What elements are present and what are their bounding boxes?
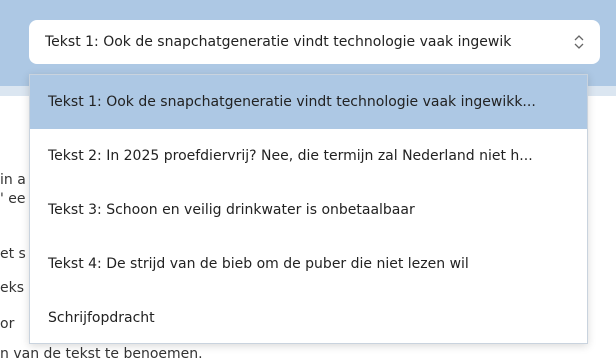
- text-select[interactable]: Tekst 1: Ook de snapchatgeneratie vindt …: [29, 20, 600, 64]
- background-text-5: or: [0, 316, 15, 332]
- dropdown-option-tekst-3[interactable]: Tekst 3: Schoon en veilig drinkwater is …: [30, 183, 587, 237]
- dropdown-option-tekst-1[interactable]: Tekst 1: Ook de snapchatgeneratie vindt …: [30, 75, 587, 129]
- background-text-1: in a: [0, 172, 26, 188]
- dropdown-option-schrijfopdracht[interactable]: Schrijfopdracht: [30, 291, 587, 345]
- background-text-4: eks: [0, 280, 25, 296]
- select-dropdown-menu: Tekst 1: Ook de snapchatgeneratie vindt …: [29, 74, 588, 344]
- option-label: Tekst 1: Ook de snapchatgeneratie vindt …: [48, 94, 536, 110]
- option-label: Tekst 2: In 2025 proefdiervrij? Nee, die…: [48, 148, 533, 164]
- dropdown-option-tekst-2[interactable]: Tekst 2: In 2025 proefdiervrij? Nee, die…: [30, 129, 587, 183]
- option-label: Schrijfopdracht: [48, 310, 155, 326]
- option-label: Tekst 3: Schoon en veilig drinkwater is …: [48, 202, 415, 218]
- dropdown-option-tekst-4[interactable]: Tekst 4: De strijd van de bieb om de pub…: [30, 237, 587, 291]
- background-text-2: ' ee: [0, 191, 26, 207]
- select-value: Tekst 1: Ook de snapchatgeneratie vindt …: [45, 34, 512, 50]
- background-text-3: et s: [0, 246, 26, 262]
- chevron-up-down-icon: [574, 34, 584, 50]
- option-label: Tekst 4: De strijd van de bieb om de pub…: [48, 256, 469, 272]
